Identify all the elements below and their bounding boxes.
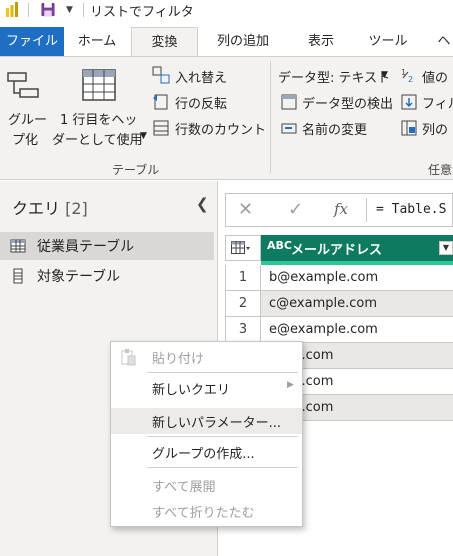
row-number[interactable]: 3 <box>225 317 261 343</box>
use-first-row-label-2[interactable]: ダーとして使用 <box>52 129 143 148</box>
ribbon: グルー プ化 1 行目をヘッ ダーとして使用 ▼ 入れ替え 行の反転 行数のカウ… <box>0 56 453 180</box>
query-item-label: 対象テーブル <box>37 269 121 285</box>
title-separator-2 <box>83 3 84 17</box>
tab-tools[interactable]: ツール <box>356 27 420 56</box>
table-row: 2 c@example.com <box>225 291 453 317</box>
save-icon[interactable] <box>40 2 56 17</box>
cancel-icon[interactable]: ✕ <box>238 199 253 220</box>
column-header-email[interactable]: ABC メールアドレス ▼ <box>261 235 453 261</box>
group-by-icon[interactable] <box>6 71 40 101</box>
submenu-arrow-icon: ▶ <box>287 380 294 390</box>
formula-bar: ✕ ✓ fx = Table.S <box>225 193 453 227</box>
use-first-row-dropdown-icon[interactable]: ▼ <box>140 131 147 141</box>
context-menu: 貼り付け 新しいクエリ ▶ 新しいパラメーター... グループの作成... すべ… <box>110 341 303 527</box>
table-group-label: テーブル <box>112 163 160 177</box>
menu-item-expand-all[interactable]: すべて展開 <box>111 472 302 498</box>
table-cell[interactable]: c@example.com <box>261 291 453 317</box>
table-query-icon <box>10 239 26 253</box>
any-column-group-label: 任意 <box>428 163 453 177</box>
tab-file[interactable]: ファイル <box>0 27 64 56</box>
ribbon-group-separator <box>270 61 271 173</box>
menu-separator <box>147 372 298 373</box>
query-item-target[interactable]: 対象テーブル <box>0 262 214 290</box>
title-separator <box>28 3 29 17</box>
quick-access-dropdown-icon[interactable]: ▼ <box>66 5 73 15</box>
table-menu-button[interactable] <box>225 235 261 261</box>
data-type-dropdown-icon[interactable]: ▼ <box>381 70 388 80</box>
group-by-label-2[interactable]: プ化 <box>12 129 38 148</box>
menu-item-label: すべて折りたたむ <box>152 506 255 521</box>
table-cell[interactable]: b@example.com <box>261 265 453 291</box>
detect-type-button[interactable]: データ型の検出 <box>302 93 393 112</box>
list-query-icon <box>13 268 23 284</box>
row-number[interactable]: 1 <box>225 265 261 291</box>
ribbon-tabs: ファイル ホーム 変換 列の追加 表示 ツール ヘ <box>0 27 453 57</box>
pivot-button[interactable]: 列の <box>422 119 448 138</box>
menu-separator <box>147 436 298 437</box>
use-first-row-label-1[interactable]: 1 行目をヘッ <box>60 109 137 128</box>
table-icon[interactable] <box>82 69 116 101</box>
menu-item-label: すべて展開 <box>152 480 216 495</box>
collapse-icon[interactable]: ❮ <box>196 195 209 213</box>
menu-item-label: 貼り付け <box>152 352 205 367</box>
transpose-icon[interactable] <box>152 66 170 84</box>
powerbi-logo-icon <box>6 2 18 17</box>
query-item-label: 従業員テーブル <box>37 239 135 255</box>
table-cell[interactable]: e@example.com <box>261 317 453 343</box>
fill-button[interactable]: フィル <box>422 93 453 112</box>
count-rows-button[interactable]: 行数のカウント <box>175 119 266 138</box>
commit-icon[interactable]: ✓ <box>288 199 303 220</box>
fx-icon[interactable]: fx <box>334 200 348 218</box>
menu-item-label: 新しいパラメーター... <box>152 416 282 431</box>
menu-item-new-query[interactable]: 新しいクエリ ▶ <box>111 375 302 401</box>
replace-values-icon[interactable]: 1 2 <box>400 66 418 84</box>
menu-item-collapse-all[interactable]: すべて折りたたむ <box>111 498 302 524</box>
paste-icon <box>121 349 136 366</box>
fill-icon[interactable] <box>400 93 418 111</box>
column-filter-dropdown-icon[interactable]: ▼ <box>439 241 453 255</box>
reverse-rows-button[interactable]: 行の反転 <box>175 93 227 112</box>
replace-values-button[interactable]: 値の <box>422 67 448 86</box>
formula-input[interactable]: = Table.S <box>376 202 446 217</box>
window-title: リストでフィルタ <box>90 5 194 20</box>
detect-type-icon[interactable] <box>280 93 298 111</box>
table-row: 3 e@example.com <box>225 317 453 343</box>
tab-add-column[interactable]: 列の追加 <box>200 27 286 56</box>
queries-count: [2] <box>65 199 88 218</box>
count-rows-icon[interactable] <box>152 119 170 137</box>
table-menu-icon <box>231 241 250 254</box>
tab-view[interactable]: 表示 <box>288 27 354 56</box>
queries-title: クエリ [2] <box>12 195 88 219</box>
tab-transform[interactable]: 変換 <box>131 27 198 57</box>
svg-text:2: 2 <box>408 75 413 84</box>
row-number[interactable]: 2 <box>225 291 261 317</box>
menu-item-label: 新しいクエリ <box>152 383 231 398</box>
rename-icon[interactable] <box>280 119 298 137</box>
tab-home[interactable]: ホーム <box>64 27 130 56</box>
pivot-icon[interactable] <box>400 119 418 137</box>
menu-item-paste[interactable]: 貼り付け <box>111 344 302 370</box>
grid-header: ABC メールアドレス ▼ <box>225 235 453 261</box>
rename-button[interactable]: 名前の変更 <box>302 119 367 138</box>
queries-title-label: クエリ <box>12 199 61 218</box>
reverse-rows-icon[interactable] <box>152 93 170 111</box>
transpose-button[interactable]: 入れ替え <box>175 67 227 86</box>
query-item-employees[interactable]: 従業員テーブル <box>0 232 214 260</box>
group-by-label-1[interactable]: グルー <box>8 109 47 128</box>
formula-separator <box>366 198 367 222</box>
data-type-button[interactable]: データ型: テキスト <box>278 67 390 86</box>
title-bar: ▼ リストでフィルタ <box>0 0 453 22</box>
column-name: メールアドレス <box>291 243 383 258</box>
menu-item-label: グループの作成... <box>152 447 255 462</box>
text-type-icon[interactable]: ABC <box>267 239 292 252</box>
menu-separator <box>147 467 298 468</box>
table-row: 1 b@example.com <box>225 265 453 291</box>
tab-help[interactable]: ヘ <box>424 27 453 56</box>
menu-item-new-parameter[interactable]: 新しいパラメーター... <box>111 408 302 434</box>
menu-item-new-group[interactable]: グループの作成... <box>111 439 302 465</box>
